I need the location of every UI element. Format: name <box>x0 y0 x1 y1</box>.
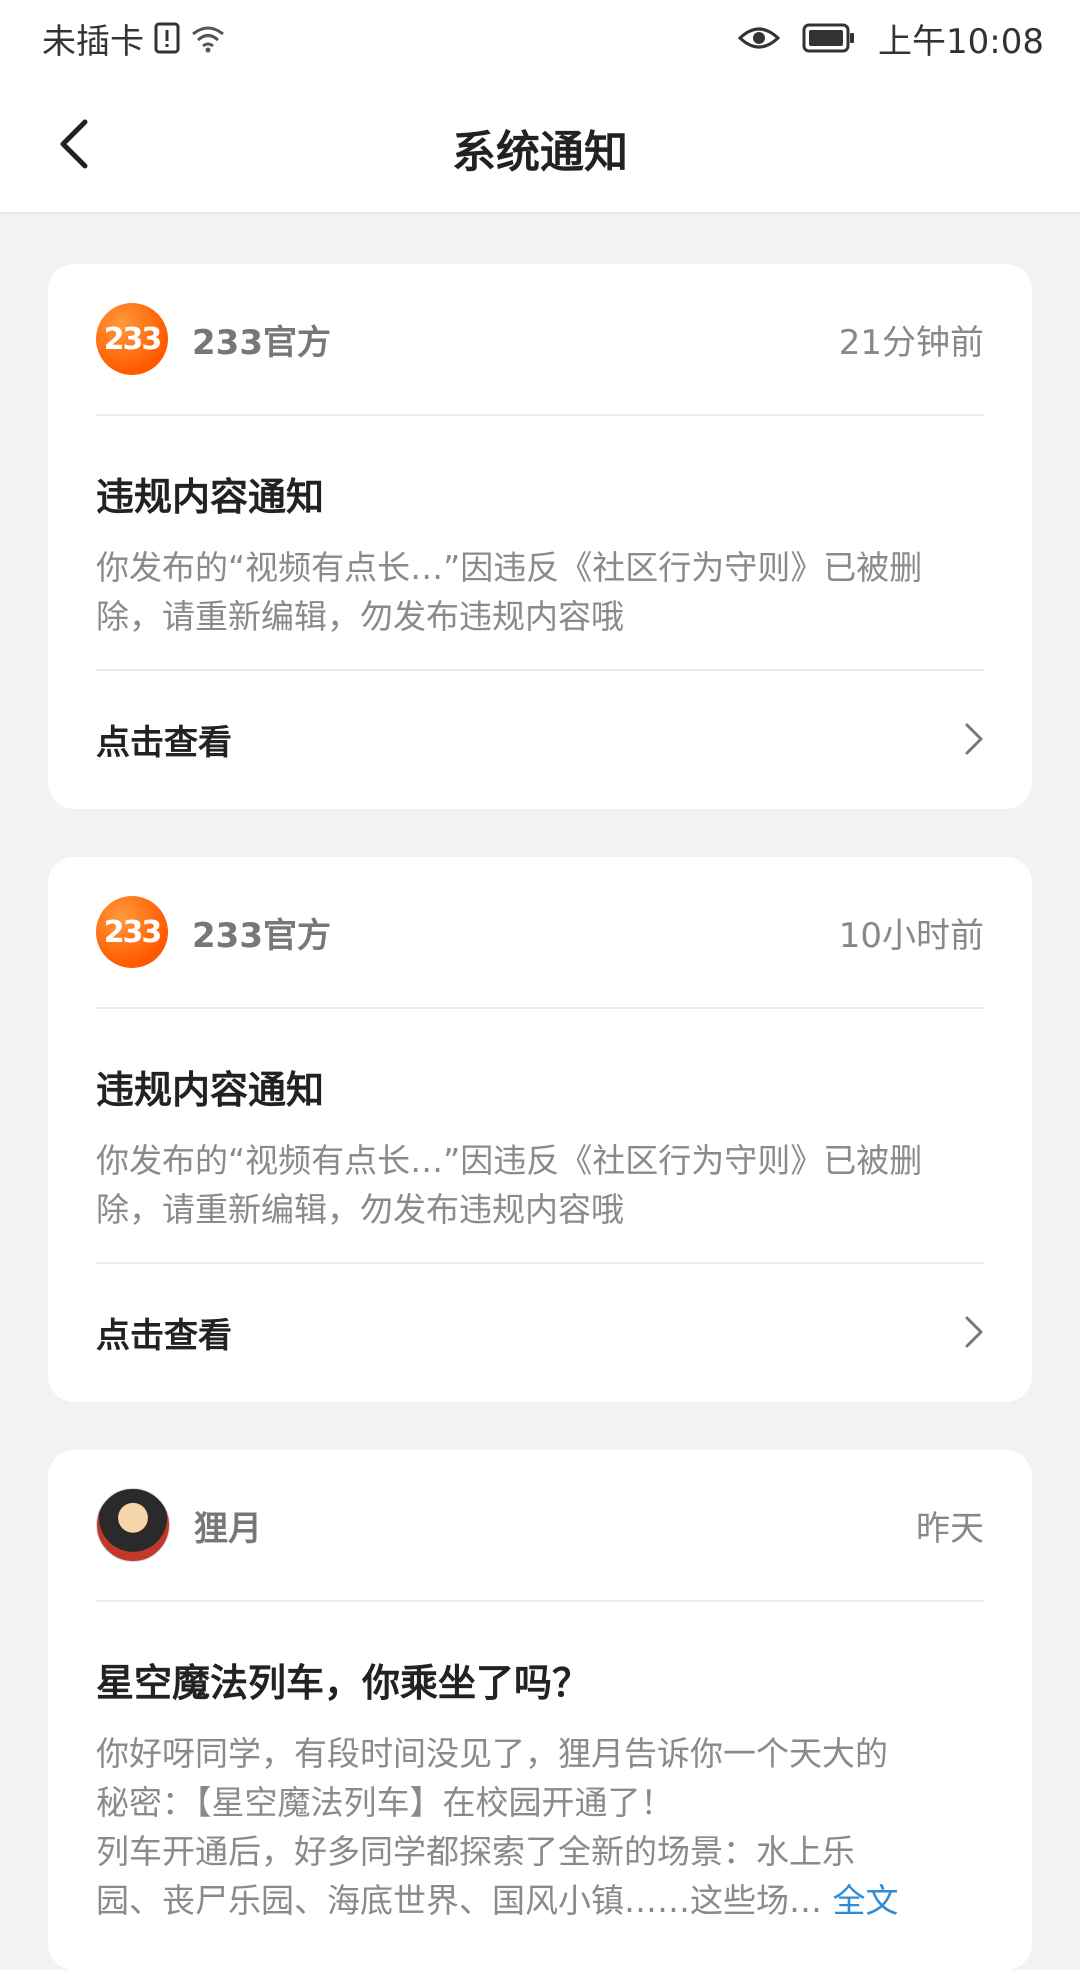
avatar <box>96 1488 170 1562</box>
message-line: 园、丧尸乐园、海底世界、国风小镇……这些场… 全文 <box>96 1876 984 1925</box>
message-body: 你好呀同学，有段时间没见了，狸月告诉你一个天大的 秘密：【星空魔法列车】在校园开… <box>96 1729 984 1953</box>
divider <box>96 1600 984 1602</box>
view-details-label: 点击查看 <box>96 1315 232 1356</box>
sender-name: 233官方 <box>192 915 331 956</box>
message-line-text: 园、丧尸乐园、海底世界、国风小镇……这些场… <box>96 1881 822 1920</box>
divider <box>96 414 984 416</box>
card-header: 狸月 昨天 <box>96 1450 984 1600</box>
message-line: 你好呀同学，有段时间没见了，狸月告诉你一个天大的 <box>96 1734 888 1773</box>
chevron-right-icon <box>965 723 983 755</box>
card-header: 233 233官方 21分钟前 <box>96 264 984 414</box>
carrier-label: 未插卡 <box>42 21 144 62</box>
timestamp: 昨天 <box>916 1508 984 1549</box>
clock-label: 上午10:08 <box>878 21 1044 62</box>
message-line: 秘密：【星空魔法列车】在校园开通了！ <box>96 1783 674 1822</box>
full-text-link[interactable]: 全文 <box>833 1881 899 1920</box>
official-logo: 233 <box>96 303 168 375</box>
view-details-row[interactable]: 点击查看 <box>96 671 984 807</box>
notification-card: 233 233官方 21分钟前 违规内容通知 你发布的“视频有点长…”因违反《社… <box>48 264 1032 809</box>
official-logo: 233 <box>96 896 168 968</box>
status-right: 上午10:08 <box>738 14 1044 63</box>
message-body: 你发布的“视频有点长…”因违反《社区行为守则》已被删除，请重新编辑，勿发布违规内… <box>96 548 923 636</box>
sim-alert-icon <box>154 22 180 54</box>
status-left: 未插卡 <box>42 14 226 63</box>
sender-name: 狸月 <box>194 1508 262 1549</box>
battery-icon <box>802 23 856 53</box>
divider <box>96 1007 984 1009</box>
notification-card: 233 233官方 10小时前 违规内容通知 你发布的“视频有点长…”因违反《社… <box>48 857 1032 1402</box>
wifi-icon <box>190 22 226 54</box>
chevron-right-icon <box>965 1316 983 1348</box>
timestamp: 21分钟前 <box>838 322 984 363</box>
sender-name: 233官方 <box>192 322 331 363</box>
card-header: 233 233官方 10小时前 <box>96 857 984 1007</box>
view-details-label: 点击查看 <box>96 722 232 763</box>
message-body: 你发布的“视频有点长…”因违反《社区行为守则》已被删除，请重新编辑，勿发布违规内… <box>96 1141 923 1229</box>
eye-icon <box>738 23 781 53</box>
message-title: 违规内容通知 <box>96 475 325 519</box>
message-line: 列车开通后，好多同学都探索了全新的场景：水上乐 <box>96 1832 855 1871</box>
message-title: 星空魔法列车，你乘坐了吗？ <box>96 1661 591 1705</box>
notification-card: 狸月 昨天 星空魔法列车，你乘坐了吗？ 你好呀同学，有段时间没见了，狸月告诉你一… <box>48 1450 1032 1970</box>
page-title: 系统通知 <box>452 127 628 178</box>
message-title: 违规内容通知 <box>96 1068 325 1112</box>
nav-header: 系统通知 <box>0 76 1080 214</box>
timestamp: 10小时前 <box>838 915 984 956</box>
status-bar: 未插卡 上午10:08 <box>0 0 1080 76</box>
view-details-row[interactable]: 点击查看 <box>96 1264 984 1400</box>
